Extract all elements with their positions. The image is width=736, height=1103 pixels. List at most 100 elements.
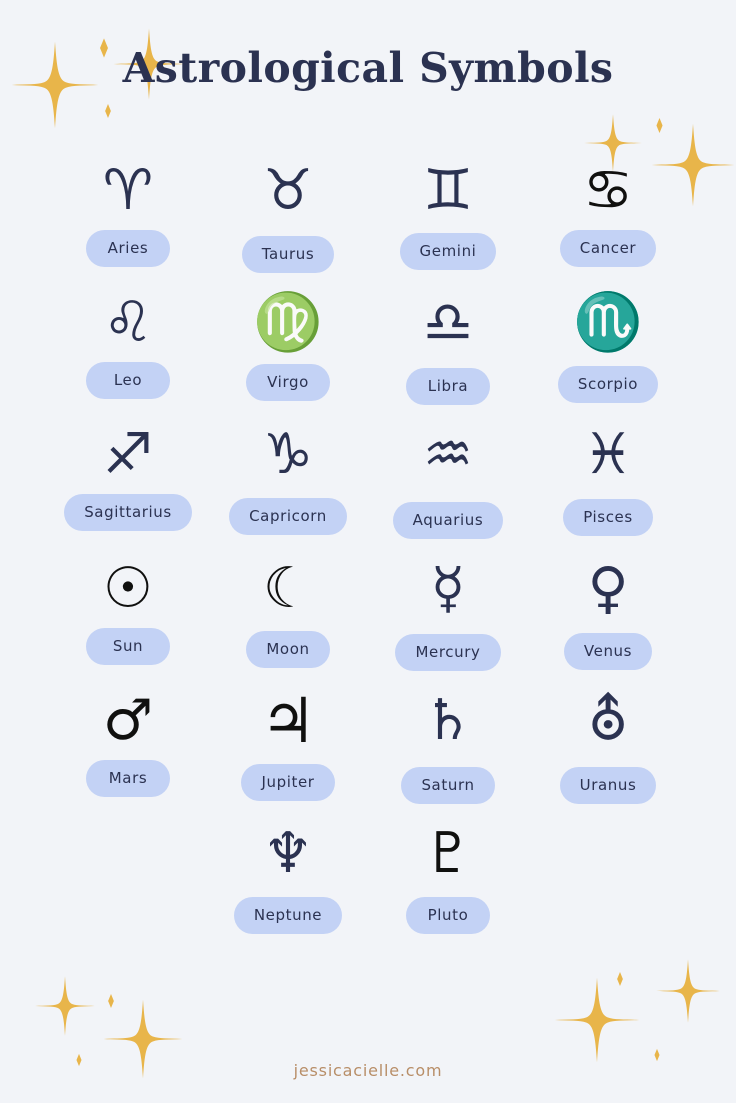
- aquarius-symbol-icon: ♒: [422, 422, 474, 487]
- symbol-label-pisces[interactable]: Pisces: [563, 499, 653, 536]
- symbol-row: ♌ Leo ♍ Virgo ♎ Libra ♏ Scorpio: [0, 284, 736, 405]
- glyph-container: ♊: [368, 152, 528, 230]
- glyph-container: ♍: [208, 284, 368, 362]
- glyph-container: ♀: [528, 550, 688, 628]
- moon-symbol-icon: ☾: [262, 556, 314, 621]
- glyph-container: ♌: [48, 284, 208, 362]
- glyph-container: ♋: [528, 152, 688, 230]
- symbol-cell-taurus[interactable]: ♉ Taurus: [208, 152, 368, 273]
- symbol-cell-virgo[interactable]: ♍ Virgo: [208, 284, 368, 401]
- sparkle-top-right-diamond-icon: [651, 117, 668, 134]
- glyph-container: ♂: [48, 682, 208, 760]
- symbol-cell-mercury[interactable]: ☿ Mercury: [368, 550, 528, 671]
- symbol-label-mars[interactable]: Mars: [86, 760, 170, 797]
- symbol-cell-venus[interactable]: ♀ Venus: [528, 550, 688, 670]
- taurus-symbol-icon: ♉: [262, 158, 314, 223]
- saturn-symbol-icon: ♄: [422, 688, 474, 753]
- symbol-label-moon[interactable]: Moon: [246, 631, 330, 668]
- symbol-label-neptune[interactable]: Neptune: [233, 897, 343, 934]
- symbol-label-cancer[interactable]: Cancer: [559, 230, 657, 267]
- symbol-cell-uranus[interactable]: ⛢ Uranus: [528, 682, 688, 804]
- symbol-cell-mars[interactable]: ♂ Mars: [48, 682, 208, 797]
- mercury-symbol-icon: ☿: [430, 556, 466, 621]
- symbol-cell-scorpio[interactable]: ♏ Scorpio: [528, 284, 688, 403]
- symbol-label-jupiter[interactable]: Jupiter: [241, 764, 335, 801]
- glyph-container: ☾: [208, 550, 368, 628]
- symbol-label-libra[interactable]: Libra: [406, 368, 490, 405]
- glyph-container: ♃: [208, 682, 368, 760]
- glyph-container: ♇: [368, 815, 528, 893]
- symbol-label-pluto[interactable]: Pluto: [406, 897, 490, 934]
- symbol-cell-neptune[interactable]: ♆ Neptune: [208, 815, 368, 934]
- uranus-symbol-icon: ⛢: [587, 688, 629, 753]
- pluto-symbol-icon: ♇: [422, 821, 474, 886]
- symbol-label-sagittarius[interactable]: Sagittarius: [64, 494, 192, 531]
- symbol-cell-sagittarius[interactable]: ♐ Sagittarius: [48, 416, 208, 531]
- cancer-symbol-icon: ♋: [582, 158, 634, 223]
- jupiter-symbol-icon: ♃: [260, 684, 316, 757]
- neptune-symbol-icon: ♆: [262, 821, 314, 886]
- glyph-container: ♒: [368, 416, 528, 494]
- glyph-container: ♏: [528, 284, 688, 362]
- glyph-container: ♉: [208, 152, 368, 230]
- page-title: Astrological Symbols: [122, 44, 614, 92]
- leo-symbol-icon: ♌: [102, 290, 154, 355]
- virgo-symbol-icon: ♍: [253, 290, 323, 355]
- symbol-label-aries[interactable]: Aries: [86, 230, 170, 267]
- symbol-label-venus[interactable]: Venus: [563, 633, 653, 670]
- symbol-cell-sun[interactable]: ☉ Sun: [48, 550, 208, 665]
- symbol-label-taurus[interactable]: Taurus: [241, 236, 335, 273]
- symbol-label-virgo[interactable]: Virgo: [246, 364, 330, 401]
- symbol-cell-libra[interactable]: ♎ Libra: [368, 284, 528, 405]
- glyph-container: ♈: [48, 152, 208, 230]
- symbol-cell-jupiter[interactable]: ♃ Jupiter: [208, 682, 368, 801]
- sparkle-bottom-right-large-icon: [553, 976, 641, 1064]
- glyph-container: ⛢: [528, 682, 688, 760]
- sparkle-bottom-left-diamond-icon: [103, 993, 119, 1009]
- glyph-container: ♐: [48, 416, 208, 494]
- glyph-container: ♓: [528, 416, 688, 494]
- aries-symbol-icon: ♈: [102, 158, 154, 223]
- mars-symbol-icon: ♂: [102, 688, 154, 753]
- gemini-symbol-icon: ♊: [422, 158, 474, 223]
- symbol-cell-leo[interactable]: ♌ Leo: [48, 284, 208, 399]
- symbol-label-aquarius[interactable]: Aquarius: [392, 502, 504, 539]
- sparkle-top-left-tiny-icon: [100, 103, 116, 119]
- libra-symbol-icon: ♎: [422, 290, 474, 355]
- symbol-cell-aquarius[interactable]: ♒ Aquarius: [368, 416, 528, 539]
- glyph-container: ♎: [368, 284, 528, 362]
- symbol-cell-cancer[interactable]: ♋ Cancer: [528, 152, 688, 267]
- watermark-url: jessicacielle.com: [293, 1061, 443, 1080]
- symbol-cell-pisces[interactable]: ♓ Pisces: [528, 416, 688, 536]
- venus-symbol-icon: ♀: [587, 556, 629, 621]
- scorpio-symbol-icon: ♏: [573, 290, 643, 355]
- symbol-label-saturn[interactable]: Saturn: [401, 767, 495, 804]
- symbol-cell-saturn[interactable]: ♄ Saturn: [368, 682, 528, 804]
- symbol-label-gemini[interactable]: Gemini: [399, 233, 497, 270]
- glyph-container: ♄: [368, 682, 528, 760]
- title-container: Astrological Symbols: [0, 44, 736, 92]
- sparkle-bottom-right-diamond-icon: [612, 971, 628, 987]
- symbol-label-mercury[interactable]: Mercury: [395, 634, 501, 671]
- sparkle-bottom-left-medium-icon: [34, 975, 96, 1037]
- symbol-cell-moon[interactable]: ☾ Moon: [208, 550, 368, 668]
- symbol-cell-aries[interactable]: ♈ Aries: [48, 152, 208, 267]
- symbol-label-uranus[interactable]: Uranus: [559, 767, 657, 804]
- symbol-label-sun[interactable]: Sun: [86, 628, 170, 665]
- symbol-label-leo[interactable]: Leo: [86, 362, 170, 399]
- glyph-container: ♑: [208, 416, 368, 494]
- sparkle-bottom-right-tiny-icon: [650, 1048, 664, 1062]
- sparkle-bottom-right-medium-icon: [655, 958, 721, 1024]
- symbol-row: ☉ Sun ☾ Moon ☿ Mercury ♀ Venus: [0, 550, 736, 671]
- capricorn-symbol-icon: ♑: [262, 422, 314, 487]
- symbol-row: ♈ Aries ♉ Taurus ♊ Gemini ♋ Cancer: [0, 152, 736, 273]
- sun-symbol-icon: ☉: [102, 556, 154, 621]
- symbol-cell-gemini[interactable]: ♊ Gemini: [368, 152, 528, 270]
- symbol-label-capricorn[interactable]: Capricorn: [229, 498, 347, 535]
- symbol-cell-capricorn[interactable]: ♑ Capricorn: [208, 416, 368, 535]
- symbol-row: ♐ Sagittarius ♑ Capricorn ♒ Aquarius ♓ Pisces: [0, 416, 736, 539]
- footer: jessicacielle.com: [0, 1061, 736, 1081]
- symbol-label-scorpio[interactable]: Scorpio: [557, 366, 659, 403]
- symbol-cell-pluto[interactable]: ♇ Pluto: [368, 815, 528, 934]
- symbol-row: ♆ Neptune ♇ Pluto: [0, 815, 736, 934]
